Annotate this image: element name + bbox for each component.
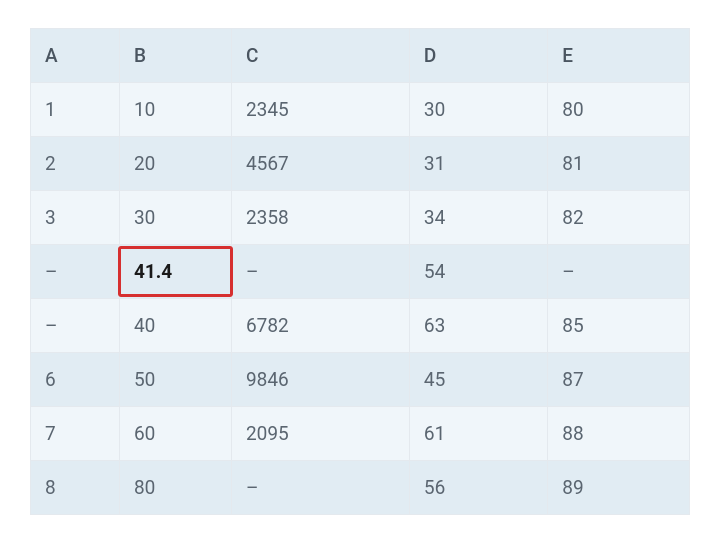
column-header-e: E <box>548 29 690 83</box>
table-cell-b: 60 <box>119 407 231 461</box>
table-cell-a: 6 <box>31 353 120 407</box>
table-cell-b: 30 <box>119 191 231 245</box>
table-cell-a: 8 <box>31 461 120 515</box>
table-cell-d: 31 <box>409 137 547 191</box>
table-cell-e: 88 <box>548 407 690 461</box>
table-cell-c: 9846 <box>231 353 409 407</box>
table-cell-b: 40 <box>119 299 231 353</box>
table-row: 22045673181 <box>31 137 690 191</box>
data-table: A B C D E 110234530802204567318133023583… <box>30 28 690 515</box>
table-row: –4067826385 <box>31 299 690 353</box>
table-cell-c: – <box>231 461 409 515</box>
table-cell-a: – <box>31 245 120 299</box>
table-cell-b: 50 <box>119 353 231 407</box>
table-cell-c: 2095 <box>231 407 409 461</box>
table-cell-b: 10 <box>119 83 231 137</box>
table-cell-e: – <box>548 245 690 299</box>
table-cell-a: 3 <box>31 191 120 245</box>
column-header-a: A <box>31 29 120 83</box>
table-cell-c: 2358 <box>231 191 409 245</box>
table-cell-e: 80 <box>548 83 690 137</box>
table-body: 110234530802204567318133023583482–41.4–5… <box>31 83 690 515</box>
table-cell-d: 30 <box>409 83 547 137</box>
table-cell-a: – <box>31 299 120 353</box>
table-cell-b: 20 <box>119 137 231 191</box>
table-cell-d: 63 <box>409 299 547 353</box>
column-header-c: C <box>231 29 409 83</box>
table-row: –41.4–54– <box>31 245 690 299</box>
table-cell-e: 81 <box>548 137 690 191</box>
table-row: 76020956188 <box>31 407 690 461</box>
table-cell-d: 61 <box>409 407 547 461</box>
table-cell-a: 2 <box>31 137 120 191</box>
table-cell-c: 2345 <box>231 83 409 137</box>
table-cell-e: 87 <box>548 353 690 407</box>
table-cell-d: 56 <box>409 461 547 515</box>
table-cell-d: 54 <box>409 245 547 299</box>
table-cell-a: 1 <box>31 83 120 137</box>
table-cell-a: 7 <box>31 407 120 461</box>
table-row: 65098464587 <box>31 353 690 407</box>
column-header-d: D <box>409 29 547 83</box>
table-row: 880–5689 <box>31 461 690 515</box>
table-cell-e: 89 <box>548 461 690 515</box>
table-row: 11023453080 <box>31 83 690 137</box>
table-cell-c: – <box>231 245 409 299</box>
table-cell-highlighted: 41.4 <box>119 245 231 299</box>
table-cell-e: 82 <box>548 191 690 245</box>
table-cell-c: 6782 <box>231 299 409 353</box>
table-cell-b: 80 <box>119 461 231 515</box>
table-row: 33023583482 <box>31 191 690 245</box>
table-cell-c: 4567 <box>231 137 409 191</box>
column-header-b: B <box>119 29 231 83</box>
table-cell-d: 34 <box>409 191 547 245</box>
table-header: A B C D E <box>31 29 690 83</box>
table-cell-d: 45 <box>409 353 547 407</box>
table-cell-e: 85 <box>548 299 690 353</box>
